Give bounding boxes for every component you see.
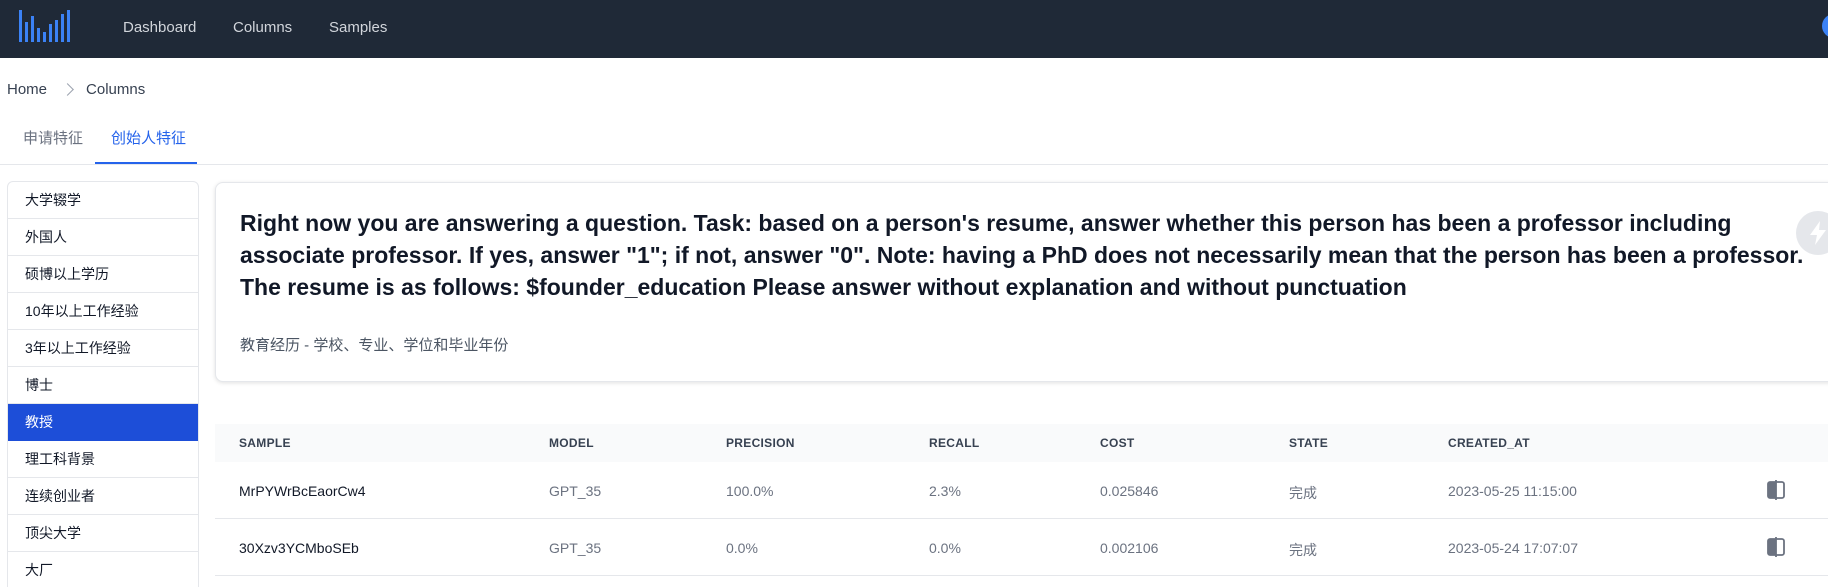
compare-icon[interactable]	[1766, 537, 1786, 557]
header-sample: SAMPLE	[239, 436, 291, 450]
tab-application-features[interactable]: 申请特征	[23, 127, 83, 148]
column-list-item[interactable]: 大厂	[8, 552, 198, 587]
column-list-item[interactable]: 博士	[8, 367, 198, 404]
header-recall: RECALL	[929, 436, 980, 450]
column-list-item[interactable]: 10年以上工作经验	[8, 293, 198, 330]
prompt-text: Right now you are answering a question. …	[240, 210, 1804, 300]
cell-cost: 0.002106	[1100, 540, 1159, 556]
header-created-at: CREATED_AT	[1448, 436, 1530, 450]
cell-state: 完成	[1289, 485, 1317, 501]
column-list-item[interactable]: 顶尖大学	[8, 515, 198, 552]
column-list-item-active[interactable]: 教授	[8, 404, 198, 441]
cell-created-at: 2023-05-25 11:15:00	[1448, 483, 1577, 499]
header-state: STATE	[1289, 436, 1329, 450]
breadcrumb-home[interactable]: Home	[7, 81, 47, 98]
cell-model: GPT_35	[549, 540, 602, 556]
breadcrumb-columns: Columns	[86, 81, 146, 98]
top-navbar: Dashboard Columns Samples	[0, 0, 1828, 58]
breadcrumb: Home Columns	[7, 81, 145, 98]
tab-bar: 申请特征 创始人特征	[0, 120, 1828, 165]
table-header: SAMPLE MODEL PRECISION RECALL COST STATE…	[215, 424, 1828, 462]
header-precision: PRECISION	[726, 436, 795, 450]
table-row[interactable]: MrPYWrBcEaorCw4 GPT_35 100.0% 2.3% 0.025…	[215, 462, 1828, 519]
cell-precision: 100.0%	[726, 483, 774, 499]
header-model: MODEL	[549, 436, 594, 450]
header-cost: COST	[1100, 436, 1135, 450]
cell-cost: 0.025846	[1100, 483, 1159, 499]
lightning-icon	[1810, 221, 1826, 245]
column-list-item[interactable]: 外国人	[8, 219, 198, 256]
cell-state: 完成	[1289, 542, 1317, 558]
bar-chart-logo-icon[interactable]	[19, 10, 71, 42]
cell-recall: 0.0%	[929, 540, 961, 556]
column-list-item[interactable]: 连续创业者	[8, 478, 198, 515]
column-list-item[interactable]: 3年以上工作经验	[8, 330, 198, 367]
cell-created-at: 2023-05-24 17:07:07	[1448, 540, 1578, 556]
column-list-item[interactable]: 理工科背景	[8, 441, 198, 478]
prompt-card: Right now you are answering a question. …	[215, 182, 1828, 382]
column-list-item[interactable]: 大学辍学	[8, 182, 198, 219]
prompt-description: 教育经历 - 学校、专业、学位和毕业年份	[240, 337, 509, 354]
tab-founder-features[interactable]: 创始人特征	[111, 127, 186, 148]
nav-columns[interactable]: Columns	[233, 19, 292, 36]
column-list: 大学辍学 外国人 硕博以上学历 10年以上工作经验 3年以上工作经验 博士 教授…	[7, 181, 199, 587]
nav-dashboard[interactable]: Dashboard	[123, 19, 196, 36]
table-row[interactable]: 30Xzv3YCMboSEb GPT_35 0.0% 0.0% 0.002106…	[215, 519, 1828, 576]
active-tab-indicator	[95, 162, 197, 164]
cell-sample[interactable]: 30Xzv3YCMboSEb	[239, 540, 359, 556]
cell-recall: 2.3%	[929, 483, 961, 499]
nav-samples[interactable]: Samples	[329, 19, 387, 36]
cell-precision: 0.0%	[726, 540, 758, 556]
cell-model: GPT_35	[549, 483, 602, 499]
compare-icon[interactable]	[1766, 480, 1786, 500]
chevron-right-icon	[61, 83, 74, 96]
column-list-item[interactable]: 硕博以上学历	[8, 256, 198, 293]
avatar[interactable]	[1822, 14, 1828, 38]
cell-sample[interactable]: MrPYWrBcEaorCw4	[239, 483, 366, 499]
